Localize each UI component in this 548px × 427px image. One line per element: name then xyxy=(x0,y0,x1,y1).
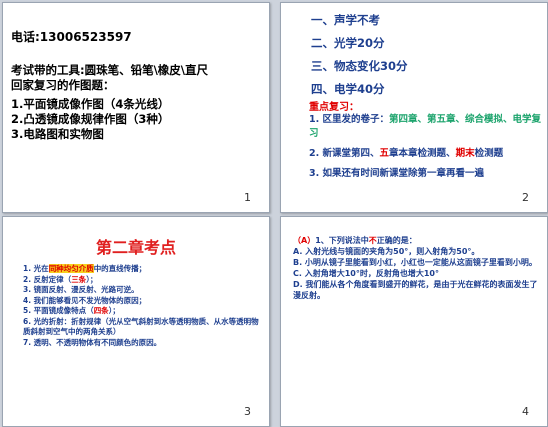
slide-number: 3 xyxy=(244,405,251,418)
slide-1-thumbnail[interactable]: 电话:13006523597 考试带的工具:圆珠笔、铅笔\橡皮\直尺 回家复习的… xyxy=(2,2,270,213)
point-highlight: 四条 xyxy=(93,306,109,315)
review-list: 1.平面镜成像作图（4条光线） 2.凸透镜成像规律作图（3种） 3.电路图和实物… xyxy=(11,97,169,142)
question-stem: （A）1、下列说法中不正确的是： xyxy=(293,235,541,246)
slide-2-thumbnail[interactable]: 一、声学不考 二、光学20分 三、物态变化30分 四、电学40分 重点复习： 1… xyxy=(280,2,548,213)
slide-4-thumbnail[interactable]: （A）1、下列说法中不正确的是： A. 入射光线与镜面的夹角为50°，则入射角为… xyxy=(280,216,548,427)
exam-points: 1. 光在同种均匀介质中的直线传播； 2. 反射定律（三条）； 3. 镜面反射、… xyxy=(23,264,259,348)
point-highlight: 同种均匀介质 xyxy=(48,264,94,273)
question-block: （A）1、下列说法中不正确的是： A. 入射光线与镜面的夹角为50°，则入射角为… xyxy=(293,235,541,301)
option-a: A. 入射光线与镜面的夹角为50°，则入射角为50°。 xyxy=(293,247,480,256)
topic-item: 三、物态变化30分 xyxy=(311,59,408,73)
slide-number: 1 xyxy=(244,191,251,204)
slide-number: 4 xyxy=(522,405,529,418)
slide-title: 第二章考点 xyxy=(95,238,176,257)
list-item: 3.电路图和实物图 xyxy=(11,127,104,141)
point-text: 1. 光在 xyxy=(23,264,49,273)
point-text: ）； xyxy=(108,306,120,315)
list-item: 2.凸透镜成像规律作图（3种） xyxy=(11,112,170,126)
review-items: 1. 区里发的卷子：第四章、第五章、综合模拟、电学复习 2. 新课堂第四、五章本… xyxy=(309,113,544,187)
point-5: 5. 平面镜成像特点（四条）； xyxy=(23,306,259,317)
item-text: 1. 区里发的卷子： xyxy=(309,114,390,125)
topic-item: 一、声学不考 xyxy=(311,13,380,27)
point-text: 中的直线传播； xyxy=(93,264,147,273)
point-1: 1. 光在同种均匀介质中的直线传播； xyxy=(23,264,259,275)
item-text: 章本章检测题、 xyxy=(389,148,456,159)
point-2: 2. 反射定律（三条）； xyxy=(23,275,259,286)
topic-list: 一、声学不考 二、光学20分 三、物态变化30分 四、电学40分 xyxy=(311,9,408,101)
point-text: ）； xyxy=(86,274,98,284)
option-d: D. 我们能从各个角度看到盛开的鲜花，是由于光在鲜花的表面发生了漫反射。 xyxy=(293,280,538,300)
option-b: B. 小明从镜子里能看到小红，小红也一定能从这面镜子里看到小明。 xyxy=(293,258,537,267)
point-text: 5. 平面镜成像特点（ xyxy=(23,306,94,315)
point-7: 7. 透明、不透明物体有不同颜色的原因。 xyxy=(23,337,162,347)
option-c: C. 入射角增大10°时，反射角也增大10° xyxy=(293,269,439,278)
slide-number: 2 xyxy=(522,191,529,204)
tools-line: 考试带的工具:圆珠笔、铅笔\橡皮\直尺 xyxy=(11,63,208,77)
item-highlight: 期末 xyxy=(455,148,475,159)
review-item-3: 3. 如果还有时间新课堂除第一章再看一遍 xyxy=(309,168,485,179)
item-text: 检测题 xyxy=(474,148,504,159)
point-highlight: 三条 xyxy=(71,274,87,284)
point-3: 3. 镜面反射、漫反射、光路可逆。 xyxy=(23,285,139,294)
tools-text: 考试带的工具:圆珠笔、铅笔\橡皮\直尺 回家复习的作图题： xyxy=(11,63,261,93)
phone-text: 电话:13006523597 xyxy=(11,30,132,44)
point-text: 2. 反射定律（ xyxy=(23,274,72,284)
item-highlight: 五 xyxy=(379,148,390,159)
question-highlight: 不 xyxy=(368,236,377,245)
answer-mark: （A） xyxy=(293,236,316,245)
review-item-1: 1. 区里发的卷子：第四章、第五章、综合模拟、电学复习 xyxy=(309,113,544,141)
slide-3-thumbnail[interactable]: 第二章考点 1. 光在同种均匀介质中的直线传播； 2. 反射定律（三条）； 3.… xyxy=(2,216,270,427)
review-item-2: 2. 新课堂第四、五章本章检测题、期末检测题 xyxy=(309,147,544,161)
question-text: 正确的是： xyxy=(376,236,417,245)
point-4: 4. 我们能够看见不发光物体的原因； xyxy=(23,295,147,305)
question-text: 1、下列说法中 xyxy=(315,236,369,245)
key-points-label: 重点复习： xyxy=(309,102,359,113)
topic-item: 二、光学20分 xyxy=(311,36,385,50)
item-text: 2. 新课堂第四、 xyxy=(309,148,380,159)
point-6: 6. 光的折射：折射规律（光从空气斜射到水等透明物质、从水等透明物质斜射到空气中… xyxy=(23,316,259,337)
review-line: 回家复习的作图题： xyxy=(11,78,115,92)
list-item: 1.平面镜成像作图（4条光线） xyxy=(11,97,170,111)
